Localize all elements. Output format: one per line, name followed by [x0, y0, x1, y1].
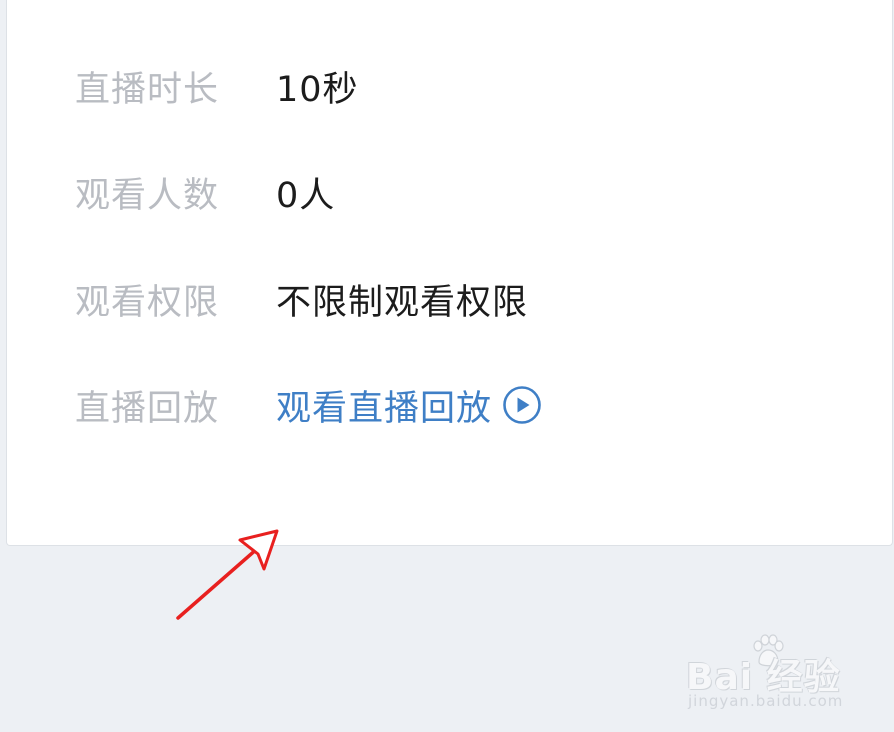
- play-circle-icon: [502, 385, 542, 425]
- row-duration: 直播时长 10秒: [75, 56, 359, 116]
- watermark-url: jingyan.baidu.com: [688, 692, 844, 710]
- duration-value: 10秒: [276, 69, 359, 110]
- duration-label: 直播时长: [75, 69, 220, 110]
- watch-replay-link[interactable]: 观看直播回放: [276, 380, 542, 431]
- viewers-value: 0人: [276, 175, 336, 216]
- baidu-jingyan-watermark: Bai 经验 jingyan.baidu.com: [686, 634, 856, 714]
- row-permission: 观看权限 不限制观看权限: [75, 269, 528, 329]
- viewers-label: 观看人数: [75, 175, 220, 216]
- row-replay: 直播回放 观看直播回放: [75, 375, 542, 435]
- permission-label: 观看权限: [75, 282, 220, 323]
- watch-replay-text: 观看直播回放: [276, 388, 493, 429]
- annotation-arrow-icon: [176, 529, 279, 620]
- replay-label: 直播回放: [75, 388, 220, 429]
- row-viewers: 观看人数 0人: [75, 162, 335, 222]
- permission-value: 不限制观看权限: [276, 282, 529, 323]
- live-details-card: 直播时长 10秒 观看人数 0人 观看权限 不限制观看权限 直播回放 观看直播回…: [6, 0, 893, 546]
